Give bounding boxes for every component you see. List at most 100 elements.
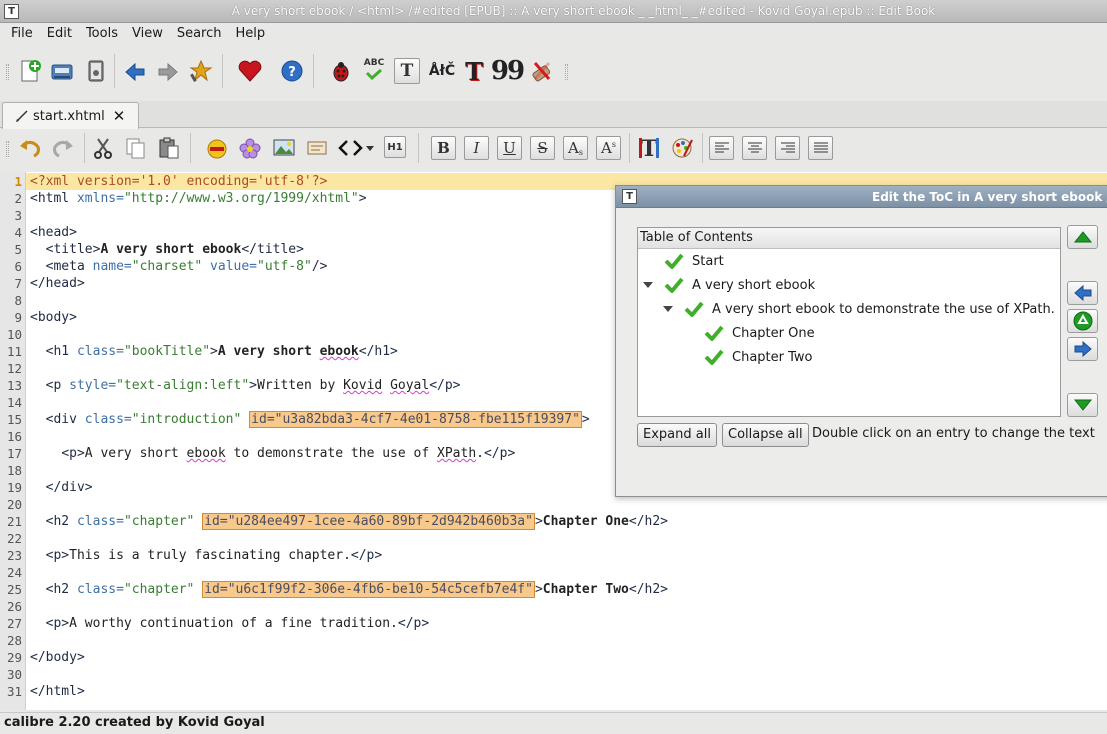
sub-mark: s (578, 147, 583, 157)
move-down-button[interactable] (1067, 393, 1098, 417)
line-number: 9 (14, 310, 22, 325)
insert-special-character-icon[interactable] (237, 136, 262, 160)
paste-icon[interactable] (156, 136, 181, 160)
checkpoint-icon[interactable] (188, 58, 214, 84)
code-token: "text-align:left" (116, 378, 250, 393)
code-token: <h2 (45, 582, 77, 597)
code-token: "http://www.w3.org/1999/xhtml" (123, 191, 359, 206)
code-token: A worthy continuation of a fine traditio… (69, 616, 398, 631)
separator (190, 133, 191, 163)
svg-text:T: T (640, 136, 657, 160)
code-token: "bookTitle" (123, 344, 211, 359)
toc-entry-label: Start (692, 253, 724, 269)
donate-heart-icon[interactable] (237, 58, 263, 84)
insert-tag-icon[interactable] (204, 136, 229, 160)
menu-file[interactable]: File (4, 26, 40, 41)
toc-entry[interactable]: A very short ebook (664, 274, 815, 296)
line-number: 7 (14, 276, 22, 291)
italic-button[interactable]: I (464, 136, 489, 160)
code-token: "introduction" (131, 412, 242, 427)
reports-icon[interactable]: T (394, 58, 420, 84)
bold-button[interactable]: B (431, 136, 456, 160)
id-attribute-highlight: id="u284ee497-1cee-4a60-89bf-2d942b460b3… (202, 513, 535, 530)
align-justify-button[interactable] (808, 136, 833, 160)
line-number: 10 (6, 327, 22, 342)
toolbar-grip[interactable] (6, 141, 9, 157)
code-token: > (210, 344, 218, 359)
check-book-icon[interactable] (328, 58, 354, 84)
underline-button[interactable]: U (497, 136, 522, 160)
heading-h1-icon[interactable]: H1 (384, 136, 406, 158)
delete-entry-button[interactable] (1067, 309, 1098, 333)
book-icon[interactable] (83, 58, 109, 84)
expand-toggle-icon[interactable] (663, 306, 673, 312)
menu-help[interactable]: Help (229, 26, 273, 41)
code-token: <h2 (45, 514, 77, 529)
toc-entry[interactable]: Start (664, 250, 724, 272)
redo-icon[interactable] (50, 136, 75, 160)
strikethrough-button[interactable]: S (530, 136, 555, 160)
insert-link-icon[interactable] (304, 136, 329, 160)
move-up-button[interactable] (1067, 225, 1098, 249)
toc-entry[interactable]: A very short ebook to demonstrate the us… (684, 298, 1055, 320)
fonts-icon[interactable]: T (461, 57, 487, 86)
forward-icon[interactable] (155, 59, 181, 85)
toc-entry-label: A very short ebook (692, 277, 816, 293)
help-icon[interactable]: ? (279, 58, 305, 84)
menu-tools[interactable]: Tools (79, 26, 125, 41)
cut-icon[interactable] (90, 136, 115, 160)
code-line-17: <p>A very short ebook to demonstrate the… (30, 445, 515, 462)
copy-icon[interactable] (123, 136, 148, 160)
background-color-icon[interactable] (669, 136, 694, 160)
undo-icon[interactable] (17, 136, 42, 160)
separator (418, 133, 419, 163)
toc-entry[interactable]: Chapter Two (704, 346, 812, 368)
tab-start-xhtml[interactable]: start.xhtml ✕ (2, 102, 139, 129)
expand-toggle-icon[interactable] (643, 282, 653, 288)
close-tab-icon[interactable]: ✕ (113, 107, 126, 125)
toc-tree[interactable]: Table of Contents Start A very short ebo… (637, 227, 1061, 417)
new-file-icon[interactable] (18, 58, 44, 84)
code-token: . (476, 446, 484, 461)
separator (222, 54, 223, 88)
tab-bar: start.xhtml ✕ (0, 101, 1107, 129)
recycle-icon (1073, 311, 1092, 331)
code-line-6: <meta name="charset" value="utf-8"/> (30, 258, 328, 275)
id-attribute-highlight: id="u3a82bda3-4cf7-4e01-8758-fbe115f1939… (249, 411, 582, 428)
smarten-punctuation-icon[interactable]: ÅłČ (427, 58, 457, 84)
subscript-button[interactable]: As (563, 136, 588, 160)
code-token: <p (45, 378, 70, 393)
toc-entry[interactable]: Chapter One (704, 322, 815, 344)
dialog-title-bar[interactable]: T Edit the ToC in A very short ebook / <… (616, 186, 1107, 208)
spell-check-icon[interactable]: ABC (361, 56, 387, 82)
code-token: value= (202, 259, 258, 274)
expand-all-button[interactable]: Expand all (637, 423, 717, 447)
toolbar-grip[interactable] (6, 64, 9, 80)
arrow-up-icon (1073, 231, 1092, 243)
check-icon (664, 277, 684, 293)
menu-edit[interactable]: Edit (40, 26, 79, 41)
remove-unused-css-icon[interactable] (528, 58, 554, 84)
align-left-button[interactable] (709, 136, 734, 160)
line-number: 22 (6, 531, 22, 546)
back-icon[interactable] (122, 59, 148, 85)
menu-view[interactable]: View (125, 26, 170, 41)
text-color-icon[interactable]: T (636, 136, 661, 160)
save-icon[interactable] (49, 58, 75, 84)
collapse-all-button[interactable]: Collapse all (722, 423, 809, 447)
indent-button[interactable] (1067, 337, 1098, 361)
align-center-button[interactable] (742, 136, 767, 160)
toolbar-grip[interactable] (565, 64, 568, 80)
insert-image-icon[interactable] (271, 136, 296, 160)
align-right-button[interactable] (775, 136, 800, 160)
superscript-button[interactable]: As (596, 136, 621, 160)
code-token: <head> (30, 225, 77, 240)
line-number: 8 (14, 293, 22, 308)
line-number: 13 (6, 378, 22, 393)
superscript-label: A (601, 139, 612, 157)
menu-search[interactable]: Search (170, 26, 229, 41)
insert-tag-dropdown-icon[interactable] (337, 136, 377, 160)
unindent-button[interactable] (1067, 281, 1098, 305)
line-number: 30 (6, 667, 22, 682)
quote-icon[interactable]: 99 (491, 56, 525, 86)
